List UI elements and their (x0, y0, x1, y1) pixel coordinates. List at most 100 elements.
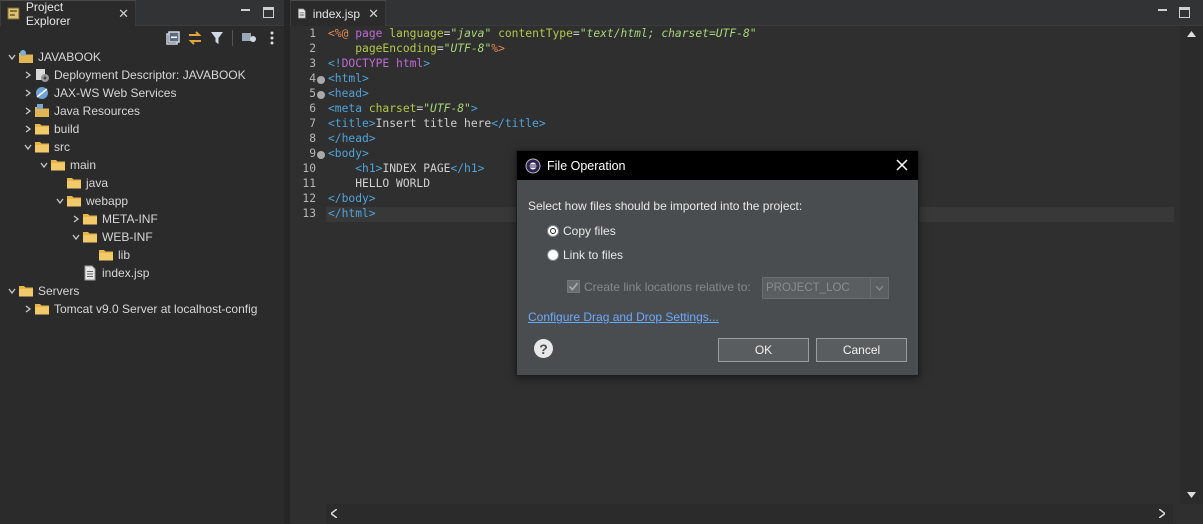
chevron-right-icon[interactable] (22, 102, 34, 120)
close-icon[interactable] (894, 157, 910, 173)
close-icon[interactable]: ✕ (118, 6, 129, 22)
toolbar-separator (232, 30, 233, 46)
tree-item[interactable]: JAVABOOK (6, 48, 101, 66)
code-token: </h1> (450, 162, 485, 175)
tree-item-label: META-INF (102, 212, 158, 226)
view-menu-icon[interactable] (262, 28, 282, 48)
code-token: <title> (328, 117, 376, 130)
collapse-all-icon[interactable] (163, 28, 183, 48)
chevron-down-icon[interactable] (54, 192, 66, 210)
chevron-right-icon[interactable] (22, 66, 34, 84)
tree-item[interactable]: main (38, 156, 96, 174)
tree-item[interactable]: build (22, 120, 79, 138)
code-line[interactable]: </html> (328, 207, 376, 220)
tree-item[interactable]: Tomcat v9.0 Server at localhost-config (22, 300, 257, 318)
code-line[interactable]: <%@ page language="java" contentType="te… (328, 27, 757, 40)
code-line[interactable]: <html> (328, 72, 369, 85)
code-line[interactable]: <body> (328, 147, 369, 160)
editor-tabbar: index.jsp ✕ (290, 0, 1203, 26)
tree-item[interactable]: JAX-WS Web Services (22, 84, 176, 102)
tree-item[interactable]: index.jsp (70, 264, 149, 282)
relative-location-combo[interactable]: PROJECT_LOC (762, 277, 889, 299)
maximize-icon[interactable] (263, 7, 274, 18)
code-token: charset (368, 102, 417, 115)
code-line[interactable]: pageEncoding="UTF-8"%> (328, 42, 505, 55)
cancel-button[interactable]: Cancel (816, 338, 907, 362)
filter-icon[interactable] (207, 28, 227, 48)
fold-toggle-icon[interactable] (317, 151, 325, 159)
relative-link-checkbox[interactable] (567, 280, 580, 293)
configure-drag-drop-link[interactable]: Configure Drag and Drop Settings... (528, 310, 719, 324)
code-token: </html> (328, 207, 376, 220)
tab-index-jsp[interactable]: index.jsp ✕ (290, 0, 386, 26)
link-with-editor-icon[interactable] (185, 28, 205, 48)
focus-icon[interactable] (239, 28, 259, 48)
code-line[interactable]: HELLO WORLD (328, 177, 430, 190)
dialog-titlebar[interactable]: File Operation (517, 151, 918, 180)
close-icon[interactable]: ✕ (368, 6, 379, 22)
chevron-down-icon[interactable] (22, 138, 34, 156)
folder-icon (82, 229, 98, 245)
scroll-right-icon[interactable] (1159, 509, 1165, 518)
code-line[interactable]: <head> (328, 87, 369, 100)
tree-item[interactable]: Java Resources (22, 102, 140, 120)
jsp-file-icon (298, 8, 306, 19)
scroll-left-icon[interactable] (331, 509, 337, 518)
code-token: <head> (328, 87, 369, 100)
chevron-down-icon[interactable] (38, 156, 50, 174)
line-number: 2 (309, 42, 316, 55)
scroll-up-icon[interactable] (1187, 31, 1196, 37)
horizontal-scrollbar[interactable] (326, 504, 1173, 524)
code-line[interactable]: <!DOCTYPE html> (328, 57, 430, 70)
chevron-right-icon[interactable] (22, 300, 34, 318)
tab-project-explorer[interactable]: Project Explorer ✕ (0, 0, 136, 28)
vertical-scrollbar[interactable] (1180, 26, 1203, 504)
link-files-radio[interactable] (547, 249, 559, 261)
chevron-right-icon[interactable] (70, 210, 82, 228)
code-token: "UTF-8" (443, 42, 492, 55)
tab-project-explorer-label: Project Explorer (25, 0, 71, 28)
chevron-right-icon[interactable] (22, 120, 34, 138)
tree-item[interactable]: webapp (54, 192, 128, 210)
copy-files-radio[interactable] (547, 225, 559, 237)
web-services-icon (34, 85, 50, 101)
code-line[interactable]: <h1>INDEX PAGE</h1> (328, 162, 484, 175)
tree-item-label: index.jsp (102, 266, 150, 280)
copy-files-label[interactable]: Copy files (563, 224, 616, 238)
tree-item[interactable]: Servers (6, 282, 79, 300)
minimize-icon[interactable] (1156, 4, 1170, 18)
project-explorer-panel: Project Explorer ✕ JAVABOOK Deployment De… (0, 0, 284, 524)
tree-item[interactable]: lib (86, 246, 130, 264)
link-files-label[interactable]: Link to files (563, 248, 623, 262)
folder-icon (34, 301, 50, 317)
minimize-icon[interactable] (239, 4, 253, 18)
code-line[interactable]: <title>Insert title here</title> (328, 117, 546, 130)
tree-item-label: build (54, 122, 80, 136)
code-token: "UTF-8" (423, 102, 471, 115)
help-icon[interactable]: ? (534, 339, 553, 358)
tree-item[interactable]: Deployment Descriptor: JAVABOOK (22, 66, 246, 84)
code-line[interactable]: </head> (328, 132, 376, 145)
fold-toggle-icon[interactable] (317, 91, 325, 99)
chevron-right-icon[interactable] (22, 84, 34, 102)
tree-item[interactable]: java (54, 174, 108, 192)
tree-item-label: webapp (86, 194, 129, 208)
code-line[interactable]: <meta charset="UTF-8"> (328, 102, 478, 115)
tree-item[interactable]: META-INF (70, 210, 158, 228)
scroll-down-icon[interactable] (1187, 492, 1196, 498)
chevron-down-icon[interactable] (6, 48, 18, 66)
code-token: = (572, 27, 580, 40)
relative-link-label: Create link locations relative to: (584, 280, 751, 294)
tree-item-label: src (54, 140, 70, 154)
fold-toggle-icon[interactable] (317, 76, 325, 84)
tree-item[interactable]: WEB-INF (70, 228, 153, 246)
code-line[interactable]: </body> (328, 192, 376, 205)
tree-item[interactable]: src (22, 138, 70, 156)
chevron-down-icon[interactable] (870, 278, 888, 298)
ok-button[interactable]: OK (718, 338, 809, 362)
chevron-down-icon[interactable] (70, 228, 82, 246)
maximize-icon[interactable] (1179, 7, 1190, 18)
chevron-down-icon[interactable] (6, 282, 18, 300)
